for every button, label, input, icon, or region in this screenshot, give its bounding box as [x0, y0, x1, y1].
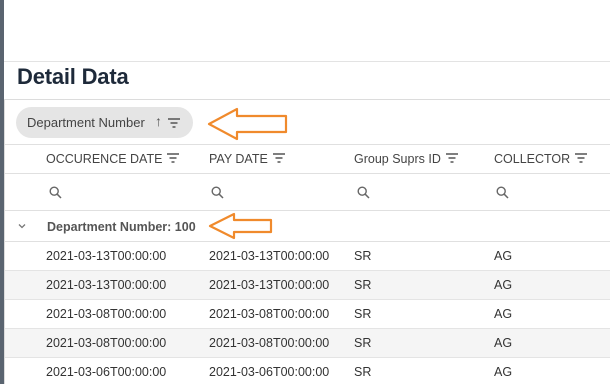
column-header-group-suprs-id[interactable]: Group Suprs ID — [354, 152, 458, 166]
cell-group-suprs-id: SR — [354, 336, 372, 350]
column-header-label: Group Suprs ID — [354, 152, 441, 166]
cell-occurence-date: 2021-03-13T00:00:00 — [46, 278, 167, 292]
cell-pay-date: 2021-03-13T00:00:00 — [209, 249, 330, 263]
table-row[interactable]: 2021-03-13T00:00:00 2021-03-13T00:00:00 … — [5, 271, 610, 300]
cell-pay-date: 2021-03-06T00:00:00 — [209, 365, 330, 379]
page-title: Detail Data — [17, 64, 129, 89]
table-row[interactable]: 2021-03-08T00:00:00 2021-03-08T00:00:00 … — [5, 329, 610, 358]
column-header-pay-date[interactable]: PAY DATE — [209, 152, 285, 166]
cell-collector: AG — [494, 249, 513, 263]
cell-occurence-date: 2021-03-13T00:00:00 — [46, 249, 167, 263]
filter-lines-icon[interactable] — [272, 152, 285, 166]
filter-row — [5, 174, 610, 211]
column-header-label: OCCURENCE DATE — [46, 152, 163, 166]
cell-collector: AG — [494, 336, 513, 350]
group-row[interactable]: Department Number: 100 — [5, 211, 610, 242]
table-row[interactable]: 2021-03-08T00:00:00 2021-03-08T00:00:00 … — [5, 300, 610, 329]
search-icon[interactable] — [496, 186, 509, 204]
cell-collector: AG — [494, 307, 513, 321]
column-header-label: PAY DATE — [209, 152, 268, 166]
filter-lines-icon[interactable] — [167, 152, 180, 166]
search-icon[interactable] — [49, 186, 62, 204]
group-chip-label: Department Number — [27, 115, 145, 130]
chevron-down-icon[interactable] — [17, 220, 27, 234]
cell-occurence-date: 2021-03-08T00:00:00 — [46, 307, 167, 321]
cell-collector: AG — [494, 278, 513, 292]
sort-ascending-icon[interactable]: ↑ — [155, 113, 162, 129]
column-header-occurence-date[interactable]: OCCURENCE DATE — [46, 152, 180, 166]
top-toolbar-area — [4, 0, 610, 62]
cell-pay-date: 2021-03-08T00:00:00 — [209, 307, 330, 321]
column-header-collector[interactable]: COLLECTOR — [494, 152, 588, 166]
table-row[interactable]: 2021-03-13T00:00:00 2021-03-13T00:00:00 … — [5, 242, 610, 271]
search-icon[interactable] — [211, 186, 224, 204]
cell-group-suprs-id: SR — [354, 307, 372, 321]
table-row[interactable]: 2021-03-06T00:00:00 2021-03-06T00:00:00 … — [5, 358, 610, 384]
filter-lines-icon[interactable] — [445, 152, 458, 166]
search-icon[interactable] — [357, 186, 370, 204]
cell-occurence-date: 2021-03-06T00:00:00 — [46, 365, 167, 379]
group-panel: Department Number ↑ — [5, 100, 610, 145]
cell-group-suprs-id: SR — [354, 365, 372, 379]
cell-group-suprs-id: SR — [354, 249, 372, 263]
cell-pay-date: 2021-03-08T00:00:00 — [209, 336, 330, 350]
filter-lines-icon[interactable] — [575, 152, 588, 166]
left-arrow-outline-icon — [208, 212, 273, 240]
column-header-label: COLLECTOR — [494, 152, 571, 166]
group-chip-department-number[interactable]: Department Number ↑ — [16, 107, 193, 138]
data-grid: Department Number ↑ OCCURENCE DATE PAY D… — [4, 99, 610, 384]
cell-occurence-date: 2021-03-08T00:00:00 — [46, 336, 167, 350]
cell-group-suprs-id: SR — [354, 278, 372, 292]
cell-pay-date: 2021-03-13T00:00:00 — [209, 278, 330, 292]
group-row-label: Department Number: 100 — [47, 220, 196, 234]
filter-lines-icon[interactable] — [168, 116, 180, 131]
left-arrow-outline-icon — [207, 107, 288, 141]
cell-collector: AG — [494, 365, 513, 379]
column-header-row: OCCURENCE DATE PAY DATE Group Suprs ID C… — [5, 145, 610, 174]
